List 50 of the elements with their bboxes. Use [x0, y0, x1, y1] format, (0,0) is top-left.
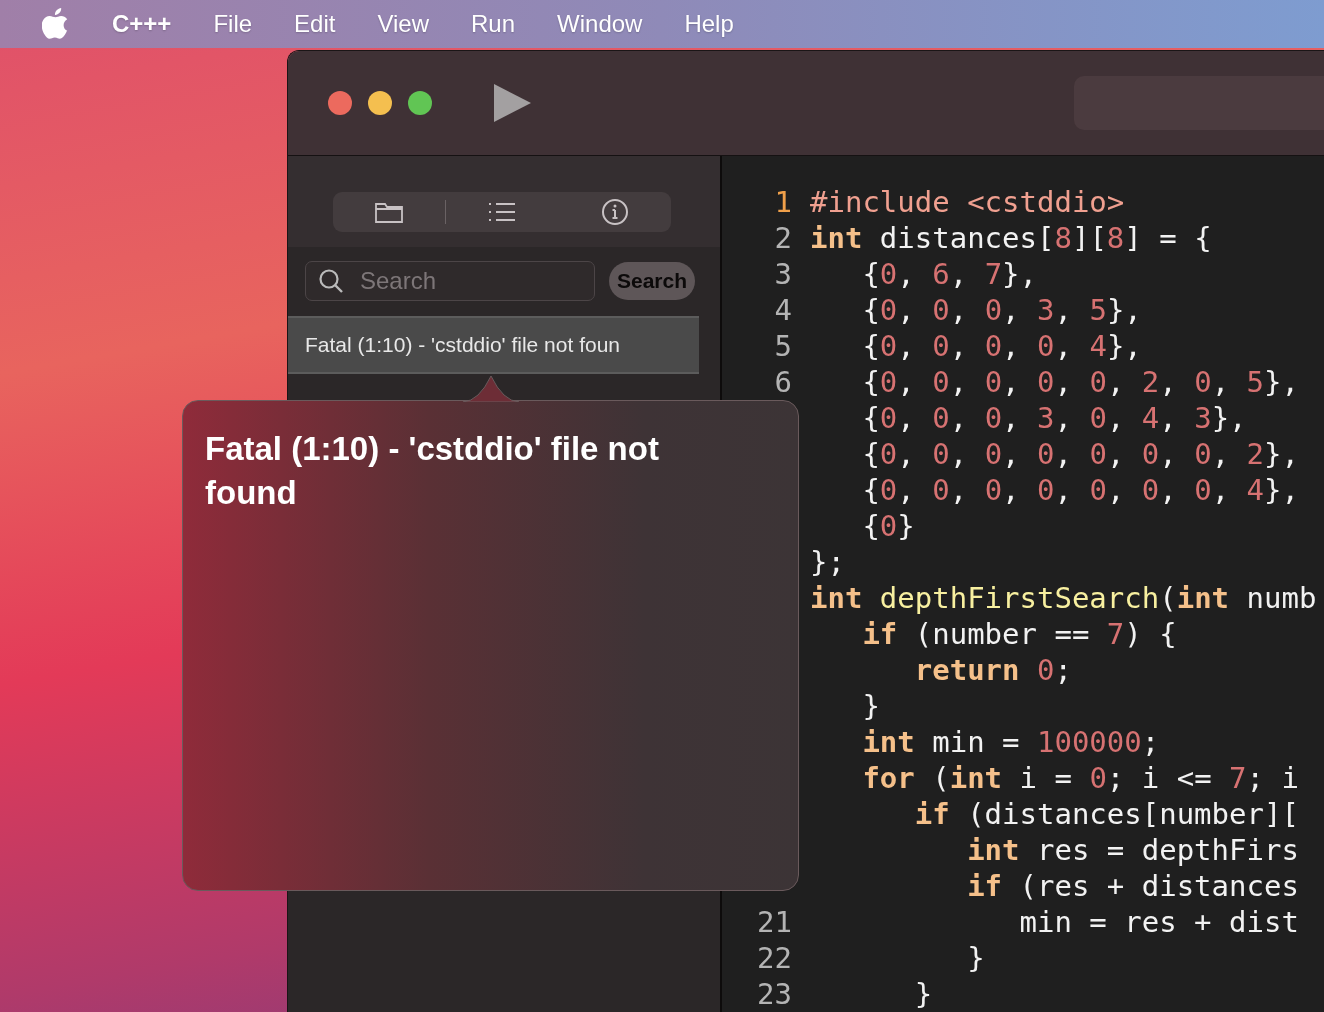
code-line: {0, 0, 0, 0, 0, 0, 0, 2},	[861, 437, 1299, 471]
zoom-button[interactable]	[408, 91, 432, 115]
code-line: int distances[8][8] = {	[810, 221, 1212, 255]
code-line: {0, 0, 0, 0, 4},	[861, 329, 1142, 363]
line-number: 23	[756, 977, 792, 1011]
code-line: min = res + dist	[1018, 905, 1299, 939]
code-line: for (int i = 0; i <= 7; i	[861, 761, 1299, 795]
line-number: 21	[756, 905, 792, 939]
code-line: if (res + distances	[966, 869, 1299, 903]
code-editor[interactable]	[722, 156, 1324, 1012]
apple-logo-icon[interactable]	[42, 8, 70, 40]
minimize-button[interactable]	[368, 91, 392, 115]
code-line: {0, 0, 0, 0, 0, 0, 0, 4},	[861, 473, 1299, 507]
line-number: 2	[773, 221, 792, 255]
code-line: #include <cstddio>	[810, 185, 1125, 219]
code-line: if (distances[number][	[913, 797, 1299, 831]
menu-item[interactable]: View	[377, 10, 429, 38]
line-number: 4	[773, 293, 792, 327]
app-menu[interactable]: C+++	[112, 10, 172, 38]
menu-item[interactable]: Window	[557, 10, 643, 38]
menu-item[interactable]: Run	[471, 10, 516, 38]
code-line: }	[966, 941, 985, 975]
line-number: 6	[773, 365, 792, 399]
code-line: {0, 0, 0, 3, 0, 4, 3},	[861, 401, 1247, 435]
code-line: {0}	[861, 509, 915, 543]
search-icon	[318, 268, 344, 294]
menu-item[interactable]: Edit	[294, 10, 336, 38]
search-button[interactable]: Search	[609, 262, 695, 300]
code-line: int depthFirstSearch(int numb	[810, 581, 1317, 615]
code-line: {0, 0, 0, 0, 0, 2, 0, 5},	[861, 365, 1299, 399]
code-line: if (number == 7) {	[861, 617, 1177, 651]
code-line: }	[913, 977, 933, 1011]
error-message: Fatal (1:10) - 'cstddio' file not found	[205, 429, 660, 513]
search-field[interactable]: Search	[305, 261, 595, 301]
close-button[interactable]	[328, 91, 352, 115]
code-line: }	[861, 689, 880, 723]
line-number: 22	[756, 941, 792, 975]
code-line: int min = 100000;	[861, 725, 1160, 759]
code-line: int res = depthFirs	[966, 833, 1299, 867]
menu-item[interactable]: Help	[684, 10, 734, 38]
line-number: 3	[773, 257, 792, 291]
code-line: {0, 0, 0, 3, 5},	[861, 293, 1142, 327]
line-number: 1	[773, 185, 792, 219]
code-line: {0, 6, 7},	[861, 257, 1037, 291]
issue-row[interactable]: Fatal (1:10) - 'cstddio' file not foun	[288, 316, 699, 374]
code-line: return 0;	[913, 653, 1072, 687]
line-number: 5	[773, 329, 792, 363]
play-icon[interactable]	[492, 83, 532, 123]
code-line: };	[810, 545, 845, 579]
menu-item[interactable]: File	[213, 10, 253, 38]
